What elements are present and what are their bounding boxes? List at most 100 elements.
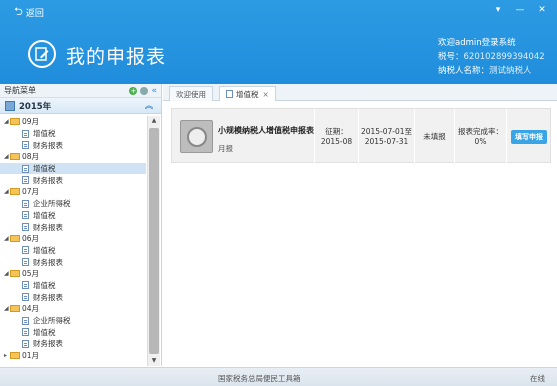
document-icon [22, 258, 29, 267]
document-icon [22, 223, 29, 232]
tax-id-value: 620102899394042 [463, 52, 545, 62]
scroll-up-icon[interactable]: ▲ [148, 116, 160, 126]
document-icon [22, 339, 29, 348]
document-icon [22, 176, 29, 185]
sidebar: 导航菜单 + « 2015年 ︽ ◢ 09月 增值税 财务报表 ◢ 08月 增值税 财务报表 ◢… [0, 84, 162, 366]
menu-dropdown-icon[interactable]: ▾ [493, 5, 503, 15]
document-icon [226, 90, 233, 98]
footer-title: 国家税务总局便民工具箱 [218, 374, 301, 383]
year-header[interactable]: 2015年 ︽ [0, 98, 161, 114]
task-row: 小规模纳税人增值税申报表 月报 征期：2015-08 2015-07-01至20… [171, 108, 551, 164]
document-icon [22, 316, 29, 325]
year-label: 2015年 [19, 101, 52, 112]
tree-item[interactable]: 财务报表 [0, 338, 146, 350]
tree-item-label: 财务报表 [33, 175, 63, 185]
scroll-thumb[interactable] [149, 128, 159, 354]
sidebar-header: 导航菜单 + « [0, 84, 161, 98]
tree-month-4[interactable]: ◢ 05月 [0, 268, 146, 280]
tree-month-1[interactable]: ◢ 08月 [0, 151, 146, 163]
tree-month-label: 05月 [22, 269, 40, 279]
tab-vat[interactable]: 增值税 × [219, 86, 276, 101]
tax-id-label: 税号： [438, 52, 464, 62]
settings-icon[interactable] [140, 86, 149, 95]
tree-item-label: 财务报表 [33, 222, 63, 232]
back-button[interactable]: ⮌ 返回 [14, 5, 44, 19]
tree-item-label: 增值税 [33, 129, 56, 139]
tree-item[interactable]: 企业所得税 [0, 198, 146, 210]
chevron-up-icon[interactable]: ︽ [145, 100, 153, 111]
tree-item[interactable]: 增值税 [0, 210, 146, 222]
folder-icon [10, 305, 20, 313]
collapse-icon[interactable]: « [151, 86, 157, 96]
tree-item-label: 财务报表 [33, 140, 63, 150]
minimize-icon[interactable]: — [515, 5, 525, 15]
tree-item[interactable]: 财务报表 [0, 256, 146, 268]
tree-month-5[interactable]: ◢ 04月 [0, 303, 146, 315]
tree-item[interactable]: 财务报表 [0, 174, 146, 186]
close-tab-icon[interactable]: × [263, 90, 269, 99]
tree-item[interactable]: 企业所得税 [0, 315, 146, 327]
calendar-icon [5, 100, 15, 111]
taxpayer-name: 测试纳税人 [489, 66, 532, 76]
tree-item[interactable]: 财务报表 [0, 139, 146, 151]
tree-item[interactable]: 财务报表 [0, 221, 146, 233]
scrollbar[interactable]: ▲ ▼ [147, 116, 160, 366]
document-icon [22, 246, 29, 255]
tree-month-label: 09月 [22, 117, 40, 127]
folder-icon [10, 153, 20, 161]
tree-item-label: 财务报表 [33, 339, 63, 349]
tree-month-label: 06月 [22, 234, 40, 244]
tree-month-label: 07月 [22, 187, 40, 197]
tree-item-label: 增值税 [33, 280, 56, 290]
completion-rate: 报表完成率：0% [454, 109, 506, 164]
tree-item[interactable]: 增值税 [0, 326, 146, 338]
task-period-type: 月报 [218, 144, 233, 153]
tree-item[interactable]: 财务报表 [0, 291, 146, 303]
status-bar: 国家税务总局便民工具箱 在线 [0, 367, 557, 386]
fill-declaration-button[interactable]: 填写申报 [511, 129, 547, 144]
close-icon[interactable]: ✕ [537, 5, 547, 15]
back-label: 返回 [25, 8, 44, 19]
add-icon[interactable]: + [129, 86, 138, 95]
page-title: 我的申报表 [66, 46, 167, 68]
folder-icon [10, 270, 20, 278]
tree-item[interactable]: 增值税 [0, 280, 146, 292]
scroll-down-icon[interactable]: ▼ [148, 356, 160, 366]
folder-icon [10, 118, 20, 126]
tree-item-label: 增值税 [33, 210, 56, 220]
tax-seal-icon [180, 120, 213, 153]
tree-month-2[interactable]: ◢ 07月 [0, 186, 146, 198]
document-icon [22, 164, 29, 173]
tab-welcome[interactable]: 欢迎使用 [169, 86, 213, 101]
folder-icon [10, 352, 20, 360]
tree-month-label: 08月 [22, 152, 40, 162]
tree-item-label: 增值税 [33, 245, 56, 255]
document-icon [22, 328, 29, 337]
tree-item[interactable]: 增值税 [0, 245, 146, 257]
status: 未填报 [414, 109, 454, 164]
user-info: 欢迎admin登录系统 税号：620102899394042 纳税人名称：测试纳… [438, 36, 545, 78]
tree-item-label: 企业所得税 [33, 316, 71, 326]
tree-month-0[interactable]: ◢ 09月 [0, 116, 146, 128]
edit-document-icon [28, 40, 56, 68]
welcome-text: 欢迎admin登录系统 [438, 38, 516, 48]
tree-month-label: 01月 [22, 351, 40, 361]
tree-item[interactable]: 增值税 [0, 162, 146, 175]
header: ⮌ 返回 ▾ — ✕ 我的申报表 欢迎admin登录系统 税号：62010289… [0, 0, 557, 84]
tree-item-label: 财务报表 [33, 292, 63, 302]
tree-item-label: 增值税 [33, 164, 56, 174]
tree-item-label: 财务报表 [33, 257, 63, 267]
folder-icon [10, 235, 20, 243]
taxpayer-label: 纳税人名称： [438, 66, 490, 76]
nav-tree: ◢ 09月 增值税 财务报表 ◢ 08月 增值税 财务报表 ◢ 07月 企业所得税 增值税 财务报表 ◢ 0… [0, 116, 146, 366]
document-icon [22, 281, 29, 290]
tree-item-label: 增值税 [33, 327, 56, 337]
tree-month-6[interactable]: ▸ 01月 [0, 350, 146, 362]
document-icon [22, 129, 29, 138]
tree-month-3[interactable]: ◢ 06月 [0, 233, 146, 245]
date-range: 2015-07-01至2015-07-31 [358, 109, 414, 164]
tree-item[interactable]: 增值税 [0, 128, 146, 140]
tree-item-label: 企业所得税 [33, 199, 71, 209]
deadline: 征期：2015-08 [314, 109, 358, 164]
tab-bar: 欢迎使用 增值税 × [163, 84, 557, 101]
